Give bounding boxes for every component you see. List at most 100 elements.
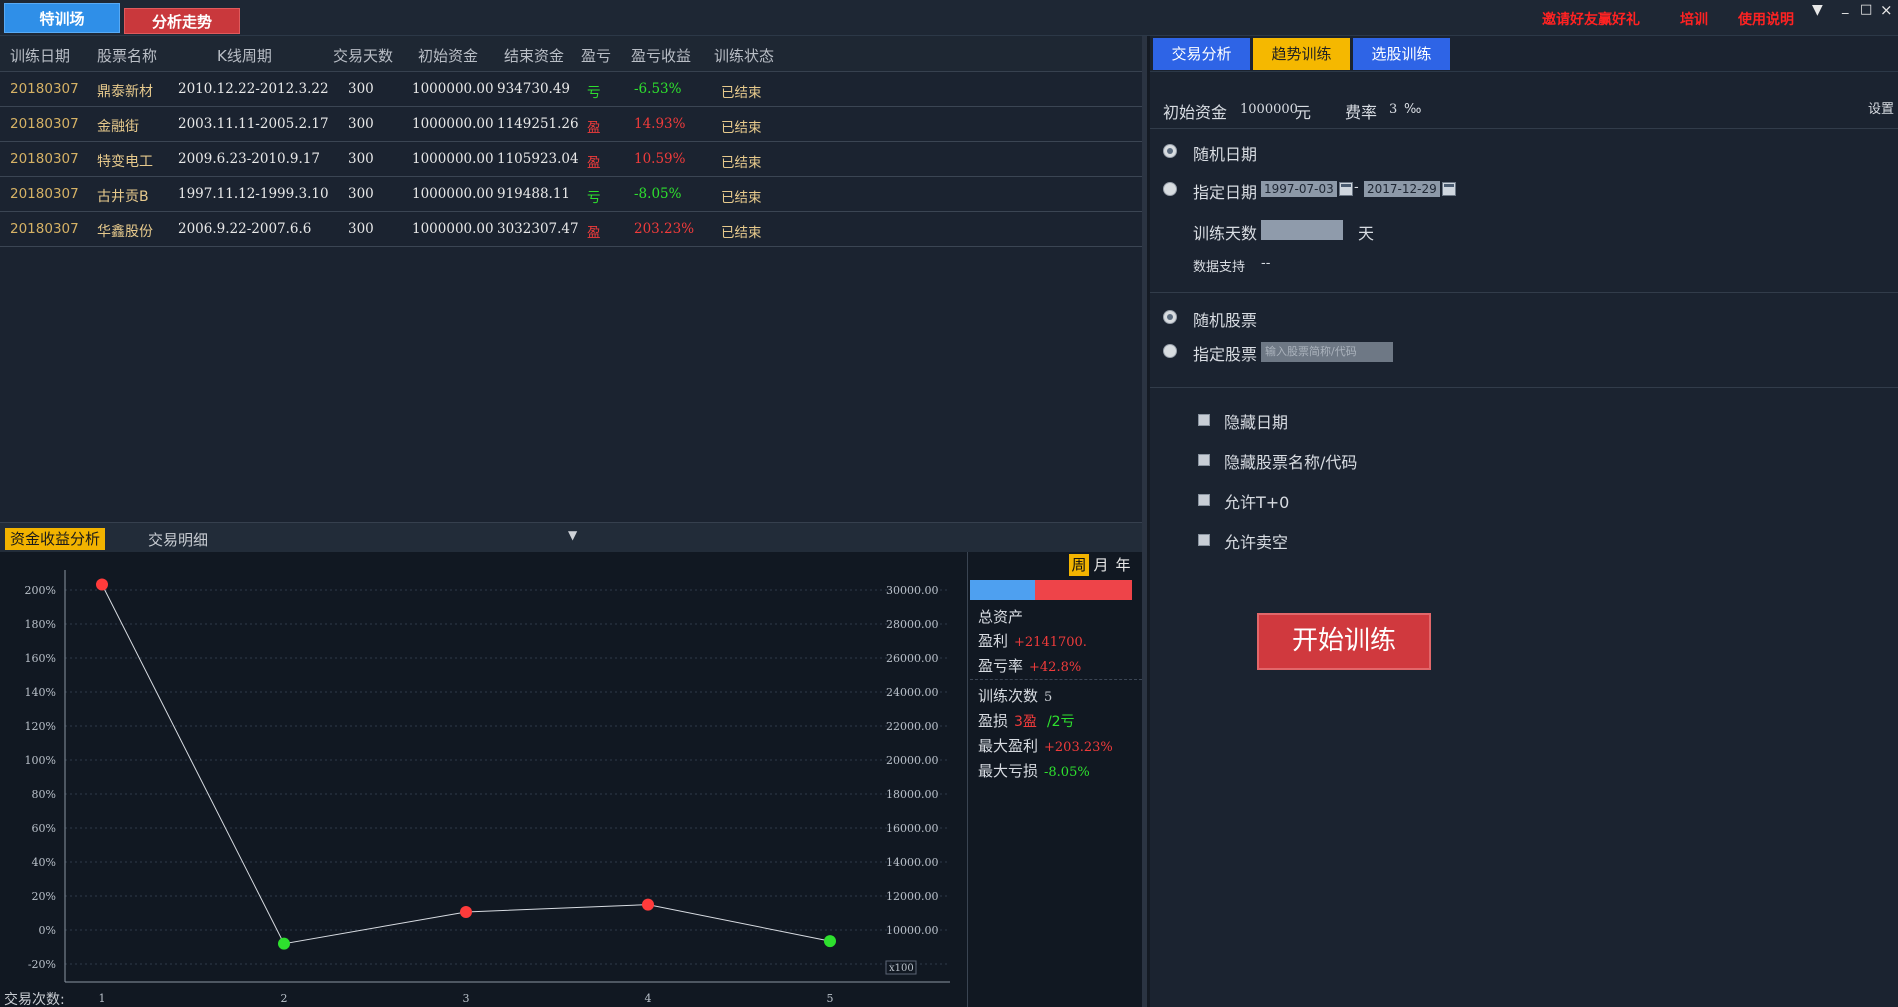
cell-kline-period: 2003.11.11-2005.2.17: [178, 116, 329, 132]
total-assets-label: 总资产: [978, 608, 1024, 626]
cell-status: 已结束: [721, 85, 762, 101]
invite-link[interactable]: 邀请好友赢好礼: [1542, 9, 1640, 29]
profit-value: +2141700.: [1014, 635, 1087, 650]
table-row[interactable]: 20180307 古井贡B 1997.11.12-1999.3.10 300 10000…: [0, 177, 1142, 212]
cell-return: 14.93%: [634, 116, 686, 132]
cell-stock-name: 金融街: [97, 119, 139, 135]
cell-pl: 盈: [587, 120, 601, 136]
table-row[interactable]: 20180307 鼎泰新材 2010.12.22-2012.3.22 300 10000…: [0, 72, 1142, 107]
table-row[interactable]: 20180307 金融街 2003.11.11-2005.2.17 300 100000…: [0, 107, 1142, 142]
minimize-icon[interactable]: _: [1842, 0, 1849, 15]
tab-fund-analysis[interactable]: 资金收益分析: [5, 528, 106, 550]
tab-trade-detail[interactable]: 交易明细: [148, 529, 208, 550]
hide-date-checkbox[interactable]: [1198, 414, 1210, 426]
header-date[interactable]: 训练日期: [10, 45, 70, 66]
dropdown-arrow-icon[interactable]: ▼: [568, 528, 577, 542]
settings-panel: 初始资金 1000000 元 费率 3 ‰ 设置 随机日期 指定日期 1997-…: [1150, 72, 1898, 1007]
cell-trade-days: 300: [348, 116, 374, 132]
allow-t0-label: 允许T+0: [1224, 493, 1290, 512]
y-tick-label-right: 16000.00: [886, 822, 939, 835]
y-tick-label-right: 26000.00: [886, 652, 939, 665]
stock-search-input[interactable]: 输入股票简称/代码: [1261, 342, 1393, 362]
random-date-label: 随机日期: [1193, 145, 1258, 164]
allow-short-checkbox[interactable]: [1198, 534, 1210, 546]
period-week-button[interactable]: 周: [1069, 554, 1089, 576]
cell-pl: 盈: [587, 155, 601, 171]
cell-date: 20180307: [10, 116, 79, 132]
cell-stock-name: 古井贡B: [97, 189, 149, 205]
header-status[interactable]: 训练状态: [714, 45, 774, 66]
header-stock-name[interactable]: 股票名称: [97, 45, 157, 66]
training-link[interactable]: 培训: [1680, 9, 1708, 29]
fee-value: 3: [1389, 102, 1398, 117]
start-training-button[interactable]: 开始训练: [1257, 613, 1431, 670]
section-divider: [1150, 128, 1898, 129]
cell-pl: 亏: [587, 190, 601, 206]
y-tick-label-left: 120%: [25, 720, 56, 733]
y-tick-label-right: 30000.00: [886, 584, 939, 597]
table-row[interactable]: 20180307 特变电工 2009.6.23-2010.9.17 300 100000…: [0, 142, 1142, 177]
tab-stock-select-training[interactable]: 选股训练: [1353, 38, 1450, 70]
header-kline-period[interactable]: K线周期: [217, 45, 272, 66]
data-support-label: 数据支持: [1193, 260, 1246, 275]
profit-label: 盈利: [978, 632, 1009, 650]
rate-label: 盈亏率: [978, 657, 1024, 675]
header-end-fund[interactable]: 结束资金: [504, 45, 564, 66]
init-fund-value: 1000000: [1240, 102, 1298, 117]
header-init-fund[interactable]: 初始资金: [418, 45, 478, 66]
count-stat: 训练次数 5: [978, 685, 1052, 706]
data-point: [824, 935, 836, 948]
tab-trend-training[interactable]: 趋势训练: [1253, 38, 1350, 70]
cell-stock-name: 鼎泰新材: [97, 84, 153, 100]
y-tick-label-left: 180%: [25, 618, 56, 631]
header-pl[interactable]: 盈亏: [581, 45, 611, 66]
tab-analysis[interactable]: 分析走势: [124, 8, 240, 34]
chevron-down-icon[interactable]: ▼: [1812, 2, 1823, 18]
cell-status: 已结束: [721, 225, 762, 241]
profit-stat: 盈利 +2141700.: [978, 630, 1087, 651]
y-tick-label-left: 200%: [25, 584, 56, 597]
specified-stock-radio[interactable]: [1163, 344, 1177, 358]
cell-end-fund: 919488.11: [497, 186, 571, 202]
cell-stock-name: 特变电工: [97, 154, 153, 170]
allow-short-label: 允许卖空: [1224, 533, 1289, 552]
cell-trade-days: 300: [348, 186, 374, 202]
date-from-input[interactable]: 1997-07-03: [1261, 181, 1337, 197]
allow-t0-checkbox[interactable]: [1198, 494, 1210, 506]
cell-init-fund: 1000000.00: [412, 186, 494, 202]
date-to-input[interactable]: 2017-12-29: [1364, 181, 1440, 197]
tab-trade-analysis[interactable]: 交易分析: [1153, 38, 1250, 70]
table-row[interactable]: 20180307 华鑫股份 2006.9.22-2007.6.6 300 1000000…: [0, 212, 1142, 247]
cell-return: 203.23%: [634, 221, 695, 237]
hide-name-checkbox[interactable]: [1198, 454, 1210, 466]
cell-stock-name: 华鑫股份: [97, 224, 153, 240]
cell-return: -6.53%: [634, 81, 682, 97]
period-month-button[interactable]: 月: [1091, 554, 1111, 576]
calendar-icon[interactable]: [1442, 182, 1456, 196]
random-stock-radio[interactable]: [1163, 310, 1177, 324]
close-icon[interactable]: ×: [1880, 1, 1893, 19]
period-year-button[interactable]: 年: [1113, 554, 1133, 576]
tab-trainer[interactable]: 特训场: [4, 3, 120, 33]
cell-pl: 盈: [587, 225, 601, 241]
win-value: 3盈: [1014, 714, 1037, 730]
train-days-input[interactable]: [1261, 220, 1343, 240]
manual-link[interactable]: 使用说明: [1738, 9, 1794, 29]
x-tick-label: 2: [281, 992, 288, 1005]
header-trade-days[interactable]: 交易天数: [333, 45, 393, 66]
count-value: 5: [1044, 690, 1053, 705]
specified-stock-label: 指定股票: [1193, 345, 1258, 364]
x-tick-label: 1: [99, 992, 106, 1005]
specified-date-radio[interactable]: [1163, 182, 1177, 196]
header-return[interactable]: 盈亏收益: [631, 45, 691, 66]
calendar-icon[interactable]: [1339, 182, 1353, 196]
random-date-radio[interactable]: [1163, 144, 1177, 158]
y-tick-label-right: 22000.00: [886, 720, 939, 733]
init-fund-label: 初始资金: [1163, 103, 1228, 122]
maximize-icon[interactable]: □: [1860, 2, 1872, 17]
data-support-value: --: [1261, 256, 1271, 271]
cell-date: 20180307: [10, 81, 79, 97]
cell-end-fund: 3032307.47: [497, 221, 579, 237]
hide-name-label: 隐藏股票名称/代码: [1224, 453, 1358, 472]
settings-link[interactable]: 设置: [1868, 98, 1894, 117]
